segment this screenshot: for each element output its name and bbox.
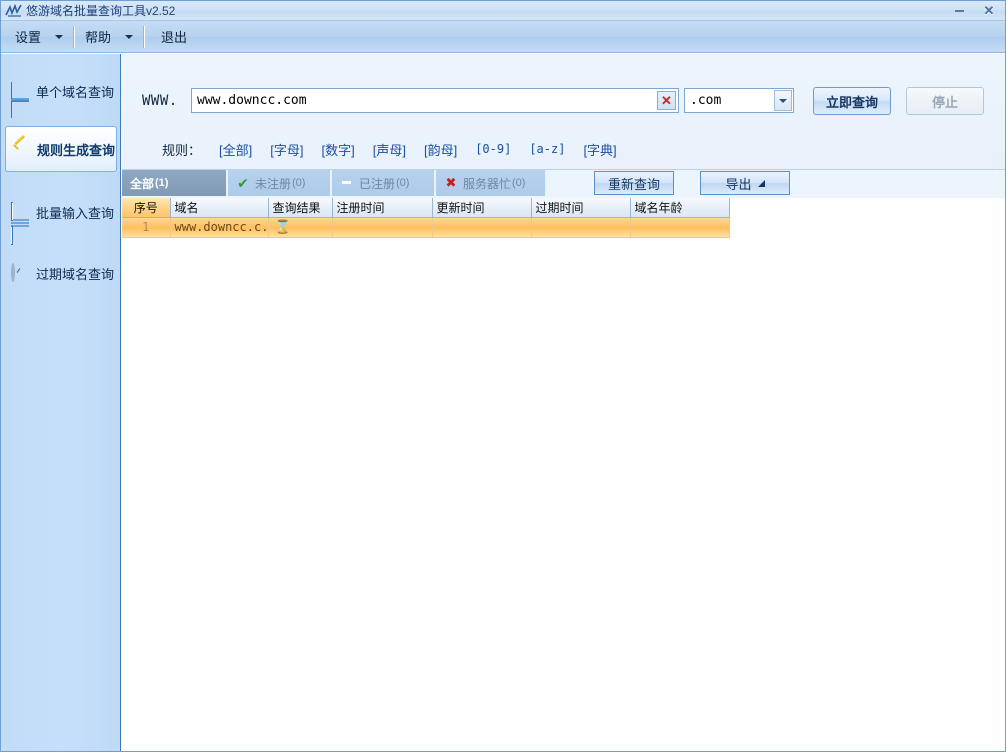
requery-button[interactable]: 重新查询 [594, 171, 674, 195]
export-button-label: 导出 [725, 176, 752, 192]
sidebar-item-label: 单个域名查询 [36, 84, 115, 100]
menu-item-settings[interactable]: 设置 [7, 25, 71, 49]
clock-icon [11, 263, 29, 282]
rule-link-numbers[interactable]: [数字] [321, 140, 354, 159]
menu-item-help-label: 帮助 [85, 30, 112, 45]
cell-update-time [432, 217, 532, 238]
column-header-expire-time[interactable]: 过期时间 [531, 198, 631, 218]
export-button[interactable]: 导出 [700, 171, 790, 195]
cell-domain: www.downcc.c... [170, 217, 269, 238]
tab-unregistered-count: (0) [292, 177, 306, 189]
column-header-reg-time[interactable]: 注册时间 [332, 198, 433, 218]
tabs-row: 全部 (1) ✔ 未注册 (0) 已注册 (0) ✖ 服务器忙 (0) 重新查询 导出 [122, 170, 1005, 198]
table-header-row: 序号 域名 查询结果 注册时间 更新时间 过期时间 域名年龄 [122, 198, 730, 218]
tab-server-busy-count: (0) [512, 177, 526, 189]
chevron-down-icon [125, 34, 134, 39]
stop-button[interactable]: 停止 [906, 87, 984, 115]
app-wave-logo-icon [5, 3, 23, 18]
rule-link-finals[interactable]: [韵母] [424, 140, 457, 159]
minimize-button[interactable] [945, 2, 973, 19]
rule-link-alpha[interactable]: [a-z] [529, 142, 565, 156]
menu-item-exit-label: 退出 [161, 30, 188, 45]
cell-index: 1 [122, 217, 171, 238]
column-header-domain[interactable]: 域名 [170, 198, 269, 218]
chevron-down-icon [55, 34, 64, 39]
rules-row: 规则： [全部] [字母] [数字] [声母] [韵母] [0-9] [a-z]… [122, 134, 1005, 164]
cell-reg-time [332, 217, 433, 238]
menu-separator [73, 25, 76, 48]
domain-input-field[interactable]: ✕ [191, 88, 679, 113]
table-row[interactable]: 1 www.downcc.c... ⌛ [122, 217, 730, 238]
content-area: WWW. ✕ .com 立即查询 停止 规则： [全部] [字母] [数字] [… [122, 54, 1005, 751]
rule-link-initials[interactable]: [声母] [373, 140, 406, 159]
window-title: 悠游域名批量查询工具v2.52 [26, 4, 176, 18]
sidebar-item-single-domain[interactable]: 单个域名查询 [5, 68, 117, 118]
tab-server-busy-label: 服务器忙 [463, 176, 512, 191]
clear-input-icon[interactable]: ✕ [657, 91, 676, 110]
cell-expire-time [531, 217, 631, 238]
results-table-container: 序号 域名 查询结果 注册时间 更新时间 过期时间 域名年龄 1 www.dow… [122, 198, 1005, 751]
search-input[interactable] [195, 89, 657, 112]
query-now-button[interactable]: 立即查询 [813, 87, 891, 115]
rule-link-all[interactable]: [全部] [219, 140, 252, 159]
rules-label: 规则： [162, 142, 202, 158]
window-controls: ✕ [945, 1, 1003, 20]
query-panel: WWW. ✕ .com 立即查询 停止 规则： [全部] [字母] [数字] [… [122, 54, 1005, 170]
hourglass-icon: ⌛ [274, 220, 291, 235]
sidebar: 单个域名查询 规则生成查询 批量输入查询 过期域名查询 [1, 54, 121, 751]
tld-select[interactable]: .com [684, 88, 794, 113]
sidebar-item-label: 批量输入查询 [36, 205, 115, 221]
tab-all-label: 全部 [130, 176, 155, 191]
sidebar-item-batch-input[interactable]: 批量输入查询 [5, 189, 117, 245]
sidebar-item-label: 过期域名查询 [36, 266, 115, 282]
sidebar-item-rule-generate[interactable]: 规则生成查询 [5, 126, 117, 172]
red-bird-icon: ✖ [445, 175, 457, 190]
tab-registered[interactable]: 已注册 (0) [332, 170, 435, 196]
menu-separator [143, 25, 146, 48]
rule-link-letters[interactable]: [字母] [270, 140, 303, 159]
column-header-index[interactable]: 序号 [122, 198, 171, 218]
results-table: 序号 域名 查询结果 注册时间 更新时间 过期时间 域名年龄 1 www.dow… [122, 198, 730, 238]
cell-result: ⌛ [268, 217, 333, 238]
tab-all-count: (1) [155, 177, 169, 189]
menu-item-help[interactable]: 帮助 [77, 25, 141, 49]
www-prefix-label: WWW. [142, 93, 178, 109]
list-lines-icon [11, 202, 29, 245]
application-window: 悠游域名批量查询工具v2.52 ✕ 设置 帮助 退出 单个域名查询 规则生成查询 [0, 0, 1006, 752]
tab-unregistered[interactable]: ✔ 未注册 (0) [228, 170, 331, 196]
triangle-up-right-icon [757, 179, 765, 187]
tab-server-busy[interactable]: ✖ 服务器忙 (0) [436, 170, 546, 196]
close-button[interactable]: ✕ [975, 2, 1003, 19]
sidebar-item-label: 规则生成查询 [37, 142, 116, 158]
rule-link-dictionary[interactable]: [字典] [583, 140, 616, 159]
cell-domain-age [630, 217, 730, 238]
title-bar: 悠游域名批量查询工具v2.52 ✕ [1, 1, 1005, 21]
tab-unregistered-label: 未注册 [255, 176, 292, 191]
tab-all[interactable]: 全部 (1) [122, 170, 227, 196]
tab-registered-count: (0) [396, 177, 410, 189]
chevron-down-icon[interactable] [774, 90, 792, 111]
red-ban-icon [340, 176, 354, 190]
check-mark-icon [12, 141, 30, 157]
menu-item-exit[interactable]: 退出 [147, 25, 195, 49]
column-header-result[interactable]: 查询结果 [268, 198, 333, 218]
window-icon [11, 82, 29, 118]
column-header-domain-age[interactable]: 域名年龄 [630, 198, 730, 218]
menu-item-settings-label: 设置 [15, 30, 42, 45]
tld-selected-value: .com [690, 93, 722, 108]
sidebar-item-expired-domain[interactable]: 过期域名查询 [5, 250, 117, 296]
menu-bar: 设置 帮助 退出 [1, 21, 1005, 53]
tab-registered-label: 已注册 [359, 176, 396, 191]
green-check-icon: ✔ [237, 175, 249, 191]
rule-link-digits[interactable]: [0-9] [475, 142, 511, 156]
column-header-update-time[interactable]: 更新时间 [432, 198, 532, 218]
